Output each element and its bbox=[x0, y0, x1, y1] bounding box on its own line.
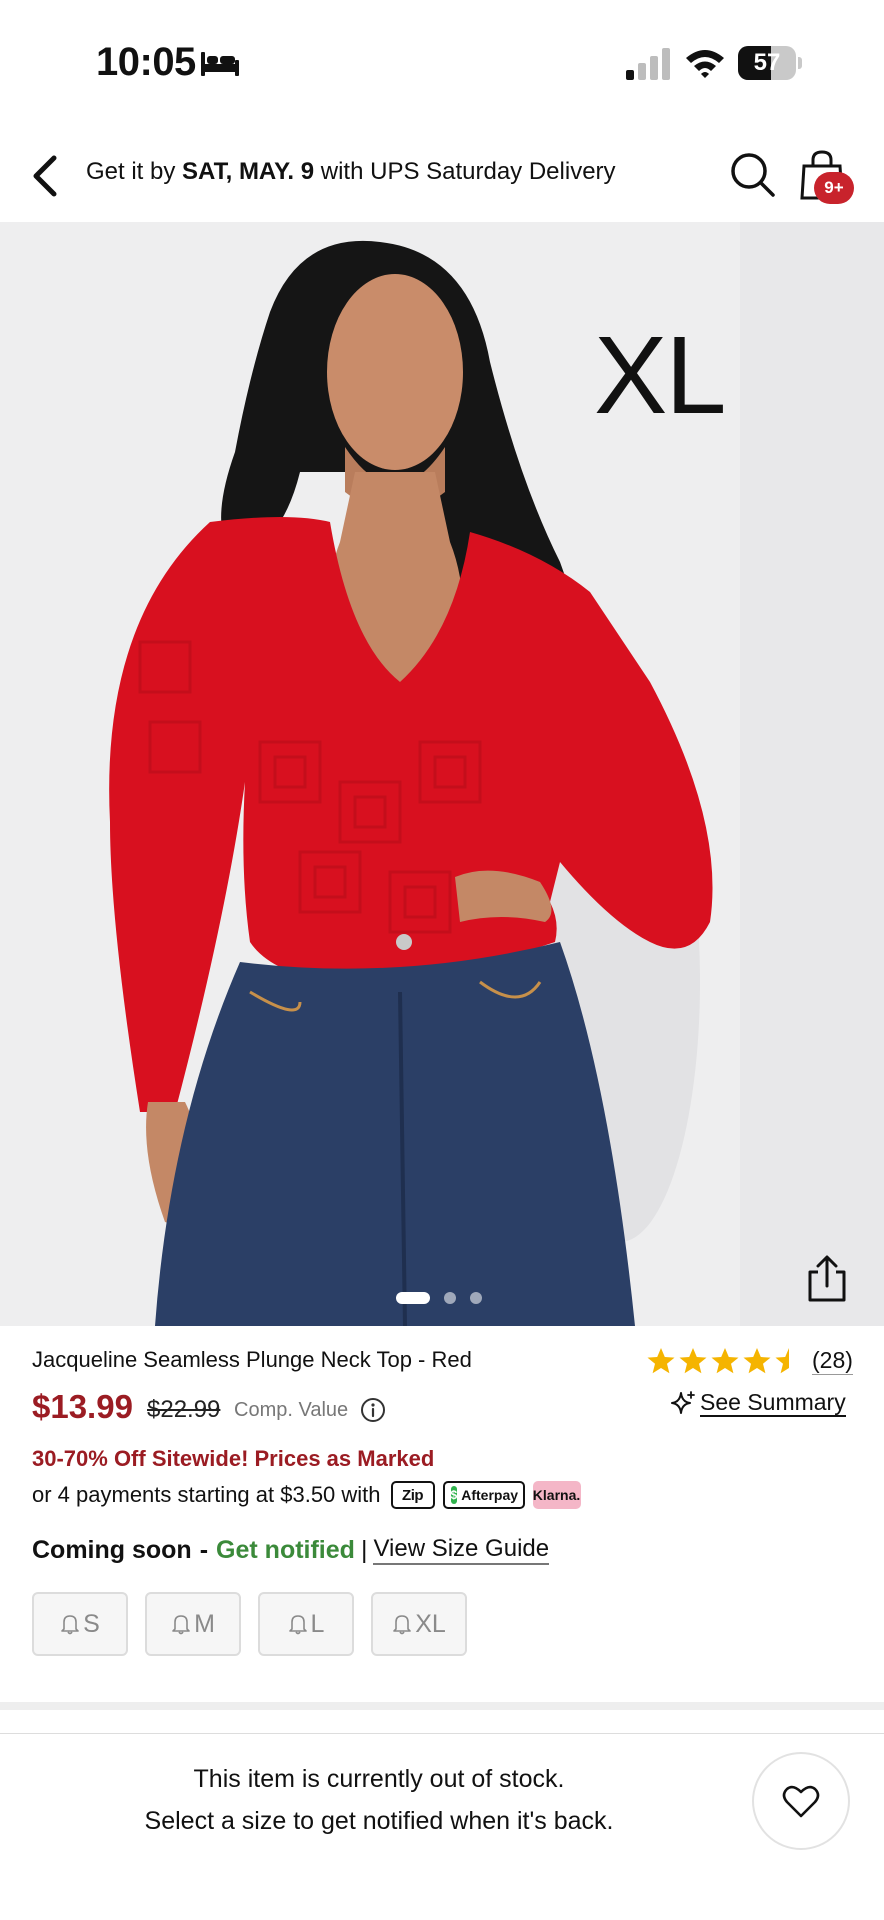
bed-icon bbox=[201, 52, 239, 76]
see-summary-label: See Summary bbox=[700, 1389, 846, 1417]
battery-cap bbox=[798, 57, 802, 69]
size-button-xl[interactable]: XL bbox=[371, 1592, 467, 1656]
size-overlay-text: XL bbox=[594, 314, 727, 437]
share-icon[interactable] bbox=[804, 1254, 850, 1304]
afterpay-badge[interactable]: $ Afterpay bbox=[442, 1481, 525, 1509]
out-of-stock-message: This item is currently out of stock. Sel… bbox=[94, 1758, 664, 1842]
size-label-xl: XL bbox=[415, 1609, 446, 1638]
size-label-l: L bbox=[310, 1609, 325, 1638]
product-image-carousel[interactable]: XL bbox=[0, 222, 884, 1326]
favorite-button[interactable] bbox=[752, 1752, 850, 1850]
battery-indicator: 57 bbox=[738, 46, 802, 80]
carousel-dots bbox=[396, 1290, 496, 1306]
product-header: Get it by SAT, MAY. 9 with UPS Saturday … bbox=[0, 130, 884, 222]
star-icon bbox=[743, 1348, 771, 1374]
out-of-stock-line-2: Select a size to get notified when it's … bbox=[144, 1807, 614, 1835]
installment-payments: or 4 payments starting at $3.50 with Zip… bbox=[32, 1480, 589, 1510]
size-button-l[interactable]: L bbox=[258, 1592, 354, 1656]
info-icon[interactable] bbox=[360, 1397, 386, 1423]
footer-divider bbox=[0, 1733, 884, 1734]
status-bar: 10:05 57 bbox=[0, 0, 884, 130]
zip-badge[interactable]: Zip bbox=[390, 1481, 435, 1509]
view-size-guide-link[interactable]: View Size Guide bbox=[373, 1535, 550, 1565]
comp-value-label: Comp. Value bbox=[234, 1399, 349, 1421]
wifi-icon bbox=[686, 50, 724, 78]
delivery-prefix: Get it by bbox=[86, 158, 183, 185]
carousel-dot-3[interactable] bbox=[470, 1292, 482, 1304]
see-summary-link[interactable]: See Summary bbox=[670, 1386, 846, 1420]
delivery-date: SAT, MAY. 9 bbox=[182, 158, 315, 185]
review-count[interactable]: (28) bbox=[812, 1347, 853, 1375]
get-notified-link[interactable]: Get notified bbox=[216, 1536, 355, 1565]
bell-icon bbox=[61, 1615, 79, 1635]
section-divider bbox=[0, 1702, 884, 1710]
bell-icon bbox=[393, 1615, 412, 1635]
star-rating[interactable]: (28) bbox=[646, 1344, 853, 1378]
delivery-estimate: Get it by SAT, MAY. 9 with UPS Saturday … bbox=[86, 158, 616, 186]
zip-label: Zip bbox=[402, 1486, 424, 1504]
delivery-suffix: with UPS Saturday Delivery bbox=[314, 158, 616, 185]
klarna-badge[interactable]: Klarna. bbox=[532, 1481, 581, 1509]
coming-soon-label: Coming soon bbox=[32, 1535, 192, 1564]
size-button-m[interactable]: M bbox=[145, 1592, 241, 1656]
size-label-m: M bbox=[194, 1609, 215, 1638]
sparkle-icon bbox=[671, 1391, 695, 1414]
back-chevron-icon[interactable] bbox=[26, 150, 66, 202]
product-photo bbox=[109, 240, 713, 1326]
dash-separator: - bbox=[199, 1535, 209, 1564]
promo-banner-text: 30-70% Off Sitewide! Prices as Marked bbox=[32, 1446, 435, 1471]
product-name: Jacqueline Seamless Plunge Neck Top - Re… bbox=[32, 1347, 472, 1372]
payments-text: or 4 payments starting at $3.50 with bbox=[32, 1482, 381, 1507]
cellular-signal-icon bbox=[626, 48, 670, 80]
afterpay-label: Afterpay bbox=[461, 1487, 519, 1503]
half-star-icon bbox=[775, 1348, 803, 1374]
bell-icon bbox=[172, 1615, 190, 1635]
afterpay-logo-icon: $ bbox=[450, 1486, 458, 1504]
star-icon bbox=[647, 1348, 675, 1374]
battery-level: 57 bbox=[753, 49, 781, 76]
carousel-dot-1[interactable] bbox=[396, 1292, 430, 1304]
carousel-dot-2[interactable] bbox=[444, 1292, 456, 1304]
search-icon[interactable] bbox=[728, 150, 776, 198]
klarna-label: Klarna. bbox=[532, 1487, 581, 1503]
original-price: $22.99 bbox=[147, 1396, 221, 1423]
sale-price: $13.99 bbox=[32, 1388, 133, 1425]
battery-body: 57 bbox=[738, 46, 796, 80]
availability-row: Coming soon - Get notified | View Size G… bbox=[32, 1534, 550, 1566]
pipe-separator: | bbox=[360, 1535, 368, 1564]
size-label-s: S bbox=[83, 1609, 100, 1638]
status-time: 10:05 bbox=[96, 40, 196, 84]
out-of-stock-line-1: This item is currently out of stock. bbox=[193, 1765, 565, 1793]
heart-icon bbox=[782, 1785, 820, 1818]
cart-count-badge: 9+ bbox=[814, 172, 854, 204]
bell-icon bbox=[288, 1615, 307, 1635]
size-button-s[interactable]: S bbox=[32, 1592, 128, 1656]
star-icon bbox=[679, 1348, 707, 1374]
star-icon bbox=[711, 1348, 739, 1374]
size-selector: S M L XL bbox=[32, 1592, 484, 1656]
